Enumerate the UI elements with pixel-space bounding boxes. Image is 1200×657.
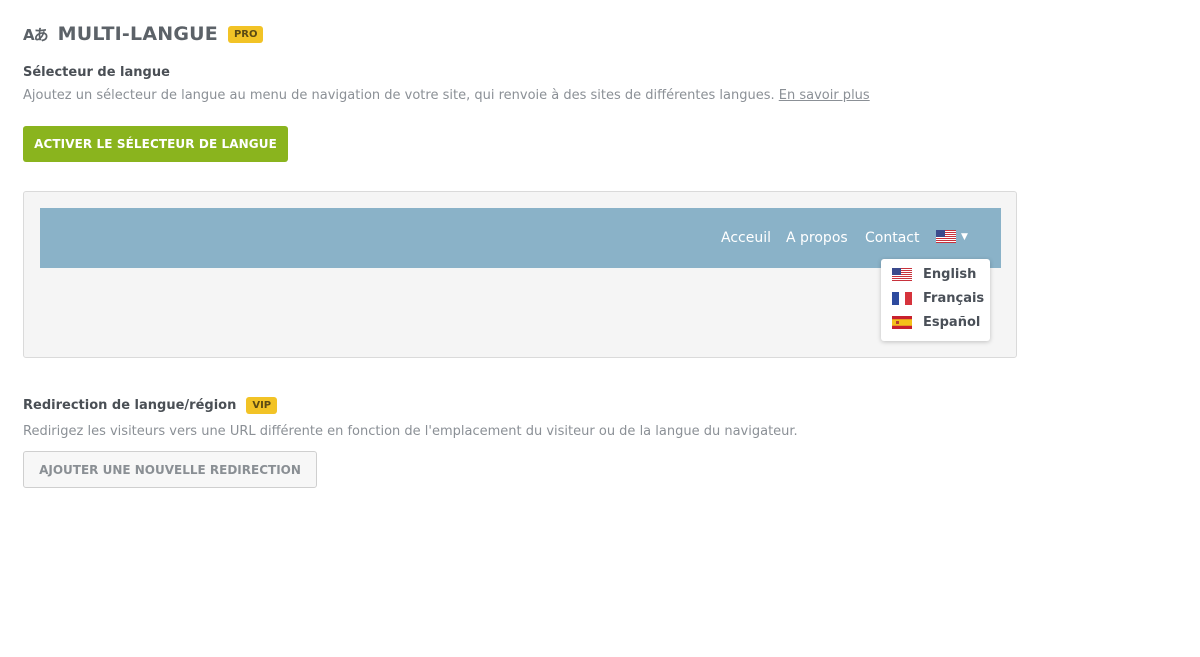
- language-dropdown-toggle: ▼: [936, 230, 968, 243]
- nav-item-contact: Contact: [865, 230, 920, 246]
- language-selector-preview: Acceuil A propos Contact ▼ English Franç…: [23, 191, 1017, 358]
- redirection-title-row: Redirection de langue/région VIP: [23, 397, 278, 414]
- us-flag-icon: [936, 230, 956, 243]
- vip-badge: VIP: [246, 397, 278, 414]
- fr-flag-icon: [892, 292, 912, 305]
- add-redirection-button[interactable]: AJOUTER UNE NOUVELLE REDIRECTION: [23, 451, 317, 488]
- dropdown-label-spanish: Español: [923, 315, 981, 330]
- chevron-down-icon: ▼: [961, 231, 968, 242]
- dropdown-item-english: English: [892, 267, 976, 282]
- language-selector-title: Sélecteur de langue: [23, 65, 170, 80]
- dropdown-item-spanish: Español: [892, 315, 980, 330]
- preview-navbar: Acceuil A propos Contact ▼: [40, 208, 1001, 268]
- language-selector-description-text: Ajoutez un sélecteur de langue au menu d…: [23, 88, 775, 103]
- language-dropdown-menu: English Français Español: [881, 259, 990, 341]
- nav-item-about: A propos: [786, 230, 848, 246]
- language-selector-description: Ajoutez un sélecteur de langue au menu d…: [23, 88, 870, 103]
- learn-more-link[interactable]: En savoir plus: [779, 88, 870, 103]
- nav-item-home: Acceuil: [721, 230, 771, 246]
- es-flag-icon: [892, 316, 912, 329]
- redirection-description: Redirigez les visiteurs vers une URL dif…: [23, 424, 798, 439]
- dropdown-label-french: Français: [923, 291, 985, 306]
- dropdown-label-english: English: [923, 267, 977, 282]
- enable-language-selector-button[interactable]: ACTIVER LE SÉLECTEUR DE LANGUE: [23, 126, 288, 162]
- page: Aあ MULTI-LANGUE PRO Sélecteur de langue …: [0, 0, 1200, 657]
- redirection-title: Redirection de langue/région: [23, 398, 237, 413]
- page-title: MULTI-LANGUE: [57, 23, 218, 45]
- pro-badge: PRO: [227, 25, 264, 43]
- dropdown-item-french: Français: [892, 291, 984, 306]
- translate-icon: Aあ: [23, 25, 49, 44]
- us-flag-icon: [892, 268, 912, 281]
- page-header: Aあ MULTI-LANGUE PRO: [23, 21, 264, 47]
